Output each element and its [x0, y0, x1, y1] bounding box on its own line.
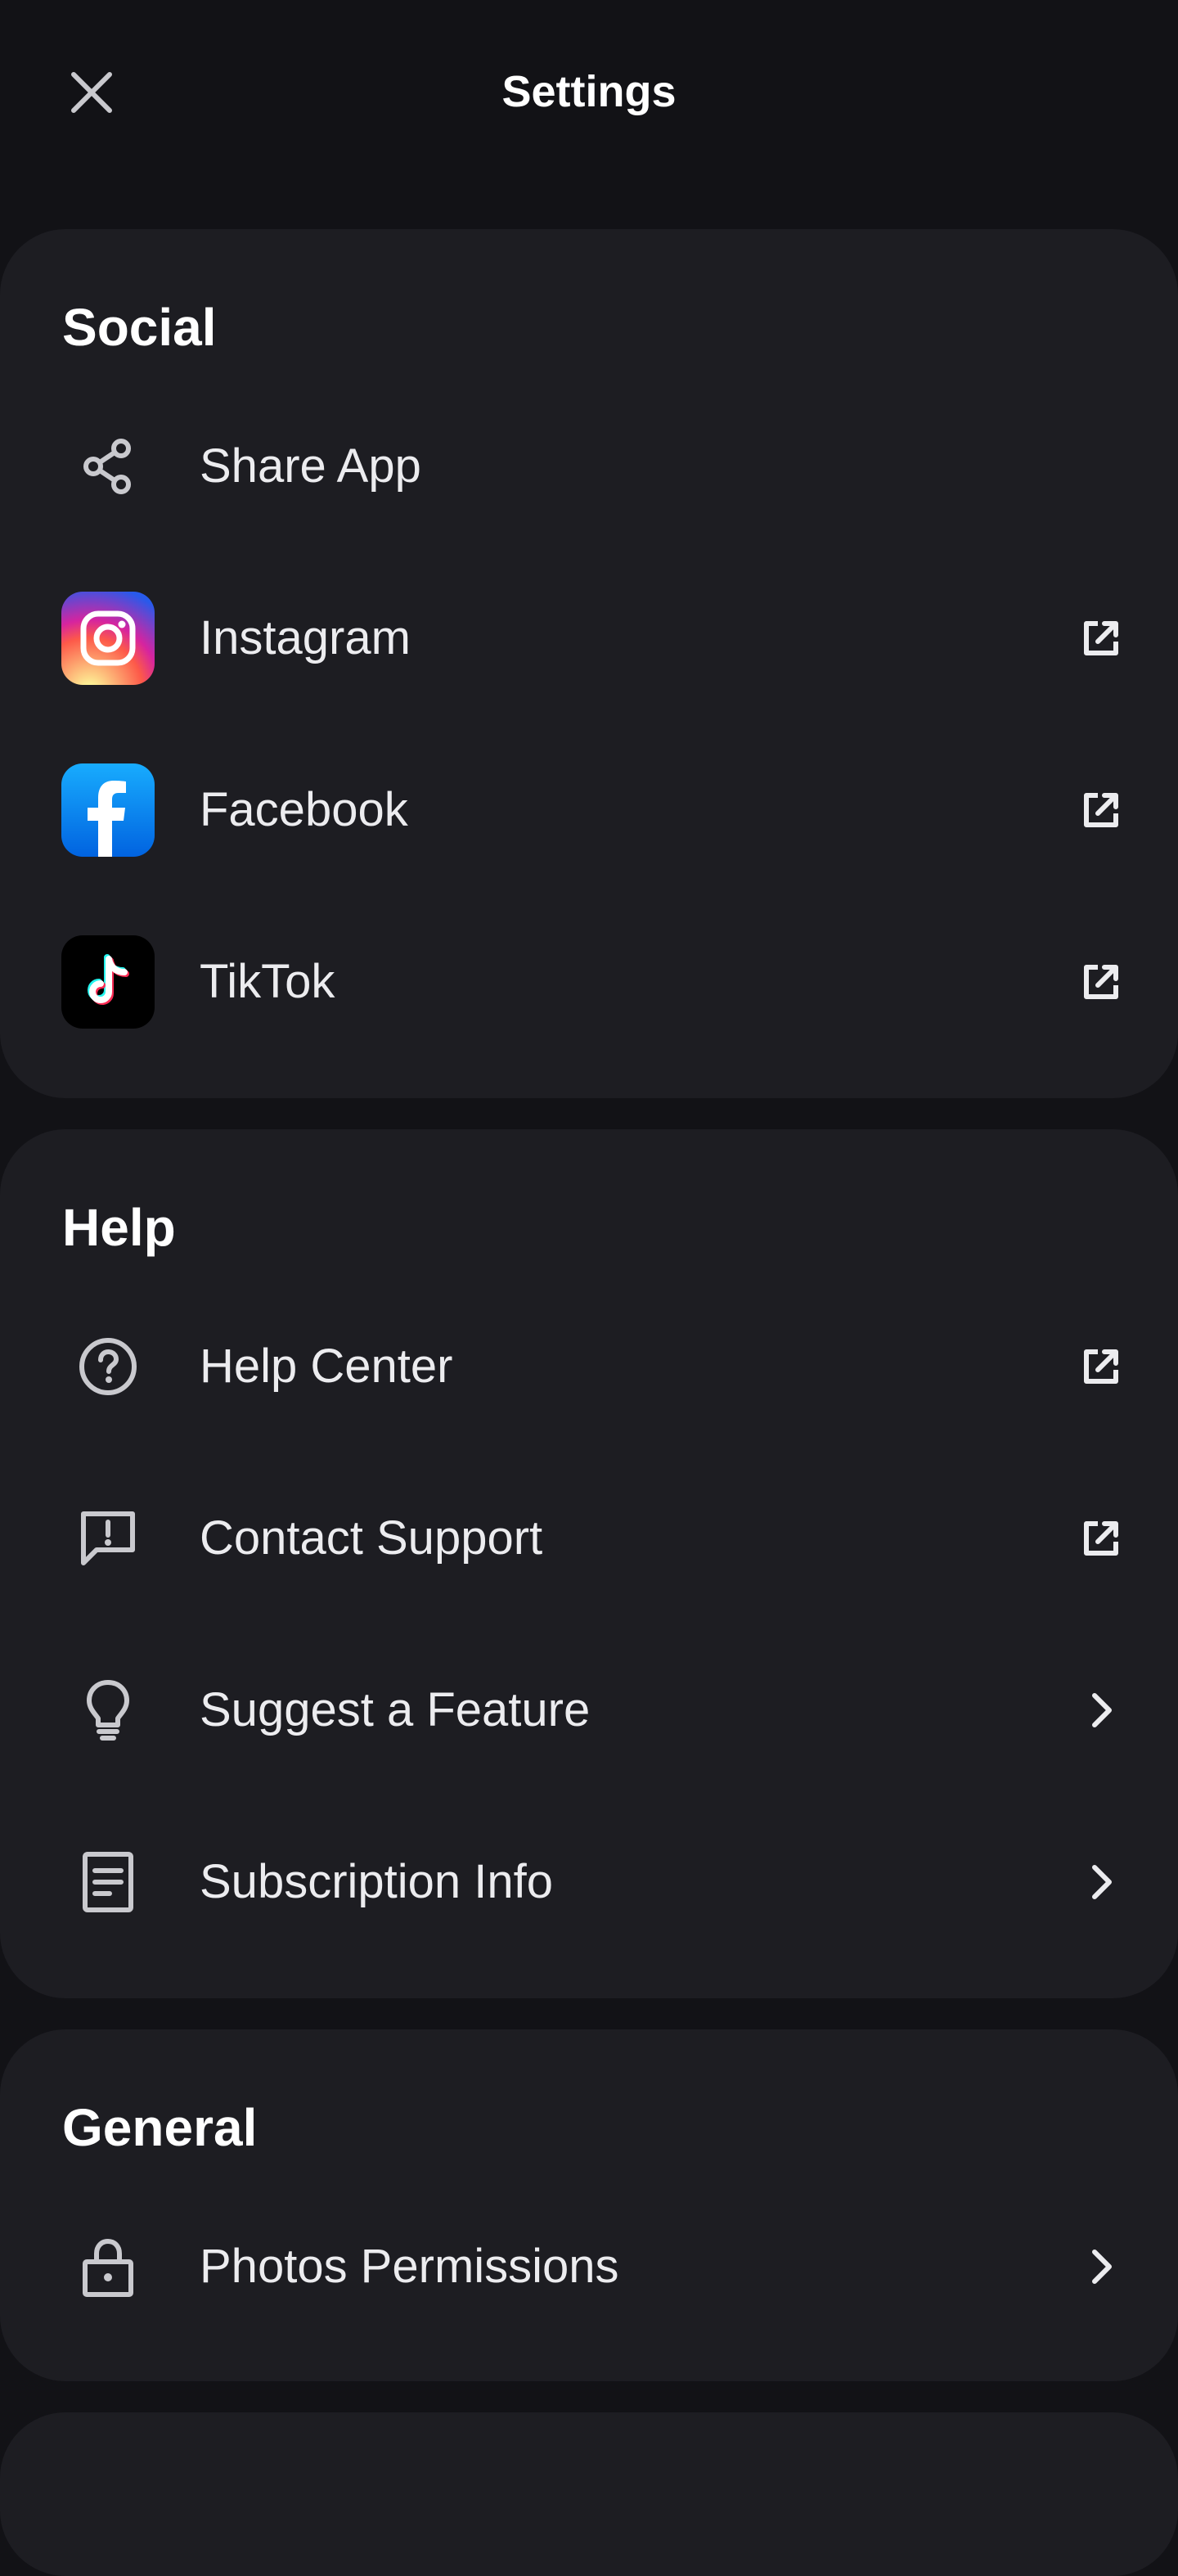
suggest-feature-row[interactable]: Suggest a Feature: [0, 1628, 1178, 1792]
question-circle-icon: [61, 1320, 155, 1413]
chevron-right-icon: [1077, 1686, 1126, 1735]
lock-icon: [61, 2220, 155, 2313]
next-section-partial: [0, 2412, 1178, 2576]
tiktok-label: TikTok: [200, 955, 335, 1008]
section-title-social: Social: [62, 298, 217, 357]
general-section: General Photos Permissions: [0, 2029, 1178, 2381]
external-link-icon: [1077, 957, 1126, 1007]
external-link-icon: [1077, 614, 1126, 663]
facebook-row[interactable]: Facebook: [0, 728, 1178, 892]
photos-permissions-row[interactable]: Photos Permissions: [0, 2185, 1178, 2349]
document-icon: [61, 1835, 155, 1929]
tiktok-row[interactable]: TikTok: [0, 900, 1178, 1064]
external-link-icon: [1077, 1514, 1126, 1563]
external-link-icon: [1077, 786, 1126, 835]
instagram-icon: [61, 592, 155, 685]
tiktok-icon: [61, 935, 155, 1029]
contact-support-label: Contact Support: [200, 1511, 543, 1565]
chevron-right-icon: [1077, 1858, 1126, 1907]
photos-permissions-label: Photos Permissions: [200, 2240, 619, 2293]
instagram-row[interactable]: Instagram: [0, 556, 1178, 720]
subscription-info-row[interactable]: Subscription Info: [0, 1800, 1178, 1964]
help-section: Help Help Center Contact Support Suggest…: [0, 1129, 1178, 1998]
facebook-icon: [61, 763, 155, 857]
facebook-label: Facebook: [200, 783, 408, 836]
header: Settings: [0, 0, 1178, 188]
lightbulb-icon: [61, 1664, 155, 1757]
contact-support-row[interactable]: Contact Support: [0, 1457, 1178, 1620]
suggest-feature-label: Suggest a Feature: [200, 1683, 591, 1736]
page-title: Settings: [501, 67, 677, 116]
external-link-icon: [1077, 1342, 1126, 1391]
subscription-info-label: Subscription Info: [200, 1855, 554, 1908]
instagram-label: Instagram: [200, 611, 411, 664]
help-center-label: Help Center: [200, 1340, 453, 1393]
share-icon: [61, 420, 155, 513]
chevron-right-icon: [1077, 2242, 1126, 2291]
chat-alert-icon: [61, 1492, 155, 1585]
section-title-general: General: [62, 2098, 258, 2157]
share-app-row[interactable]: Share App: [0, 385, 1178, 548]
help-center-row[interactable]: Help Center: [0, 1285, 1178, 1448]
section-title-help: Help: [62, 1198, 176, 1257]
social-section: Social Share App Instagram Facebook TikT…: [0, 229, 1178, 1098]
share-app-label: Share App: [200, 439, 421, 493]
